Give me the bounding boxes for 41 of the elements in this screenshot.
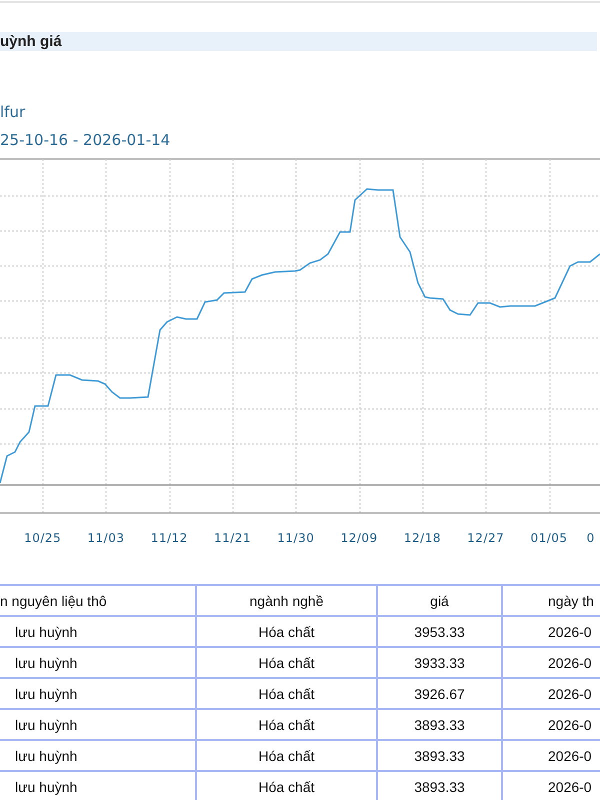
- table-cell: Hóa chất: [197, 741, 378, 772]
- table-cell: lưu huỳnh: [0, 679, 197, 710]
- column-header: n nguyên liệu thô: [0, 586, 197, 617]
- axis-label: 10/25: [23, 531, 62, 545]
- axis-label: 01/05: [529, 531, 569, 545]
- axis-label: 11/30: [276, 531, 316, 545]
- axis-label: 11/21: [212, 531, 252, 545]
- table-cell: 3893.33: [378, 710, 503, 741]
- table-cell: Hóa chất: [197, 710, 378, 741]
- column-header: ngành nghề: [197, 586, 378, 617]
- table-cell: Hóa chất: [197, 617, 378, 648]
- table-cell: lưu huỳnh: [0, 772, 197, 800]
- table-cell: 2026-0: [503, 710, 600, 741]
- chart-title: lfur: [0, 102, 26, 122]
- table-cell: Hóa chất: [197, 772, 378, 800]
- date-range: 25-10-16 - 2026-01-14: [0, 130, 172, 150]
- section-heading: uỳnh giá: [0, 32, 597, 51]
- table-cell: lưu huỳnh: [0, 617, 197, 648]
- table-cell: 2026-0: [503, 648, 600, 679]
- table-cell: 2026-0: [503, 741, 600, 772]
- table-cell: Hóa chất: [197, 679, 378, 710]
- table-cell: 2026-0: [503, 772, 600, 800]
- table-cell: Hóa chất: [197, 648, 378, 679]
- table-cell: 2026-0: [503, 617, 600, 648]
- table-cell: 3953.33: [378, 617, 503, 648]
- axis-label: 11/03: [86, 531, 126, 545]
- axis-label: 12/27: [466, 531, 506, 545]
- column-header: ngày th: [503, 586, 600, 617]
- table-cell: 3893.33: [378, 772, 503, 800]
- table-cell: 2026-0: [503, 679, 600, 710]
- table-cell: lưu huỳnh: [0, 648, 197, 679]
- table-cell: lưu huỳnh: [0, 741, 197, 772]
- table-cell: 3926.67: [378, 679, 503, 710]
- table-cell: lưu huỳnh: [0, 710, 197, 741]
- axis-label: 0: [586, 531, 596, 545]
- axis-label: 12/18: [402, 531, 442, 545]
- axis-label: 11/12: [150, 531, 189, 545]
- table-cell: 3893.33: [378, 741, 503, 772]
- table-cell: 3933.33: [378, 648, 503, 679]
- column-header: giá: [378, 586, 503, 617]
- axis-label: 12/09: [340, 531, 379, 545]
